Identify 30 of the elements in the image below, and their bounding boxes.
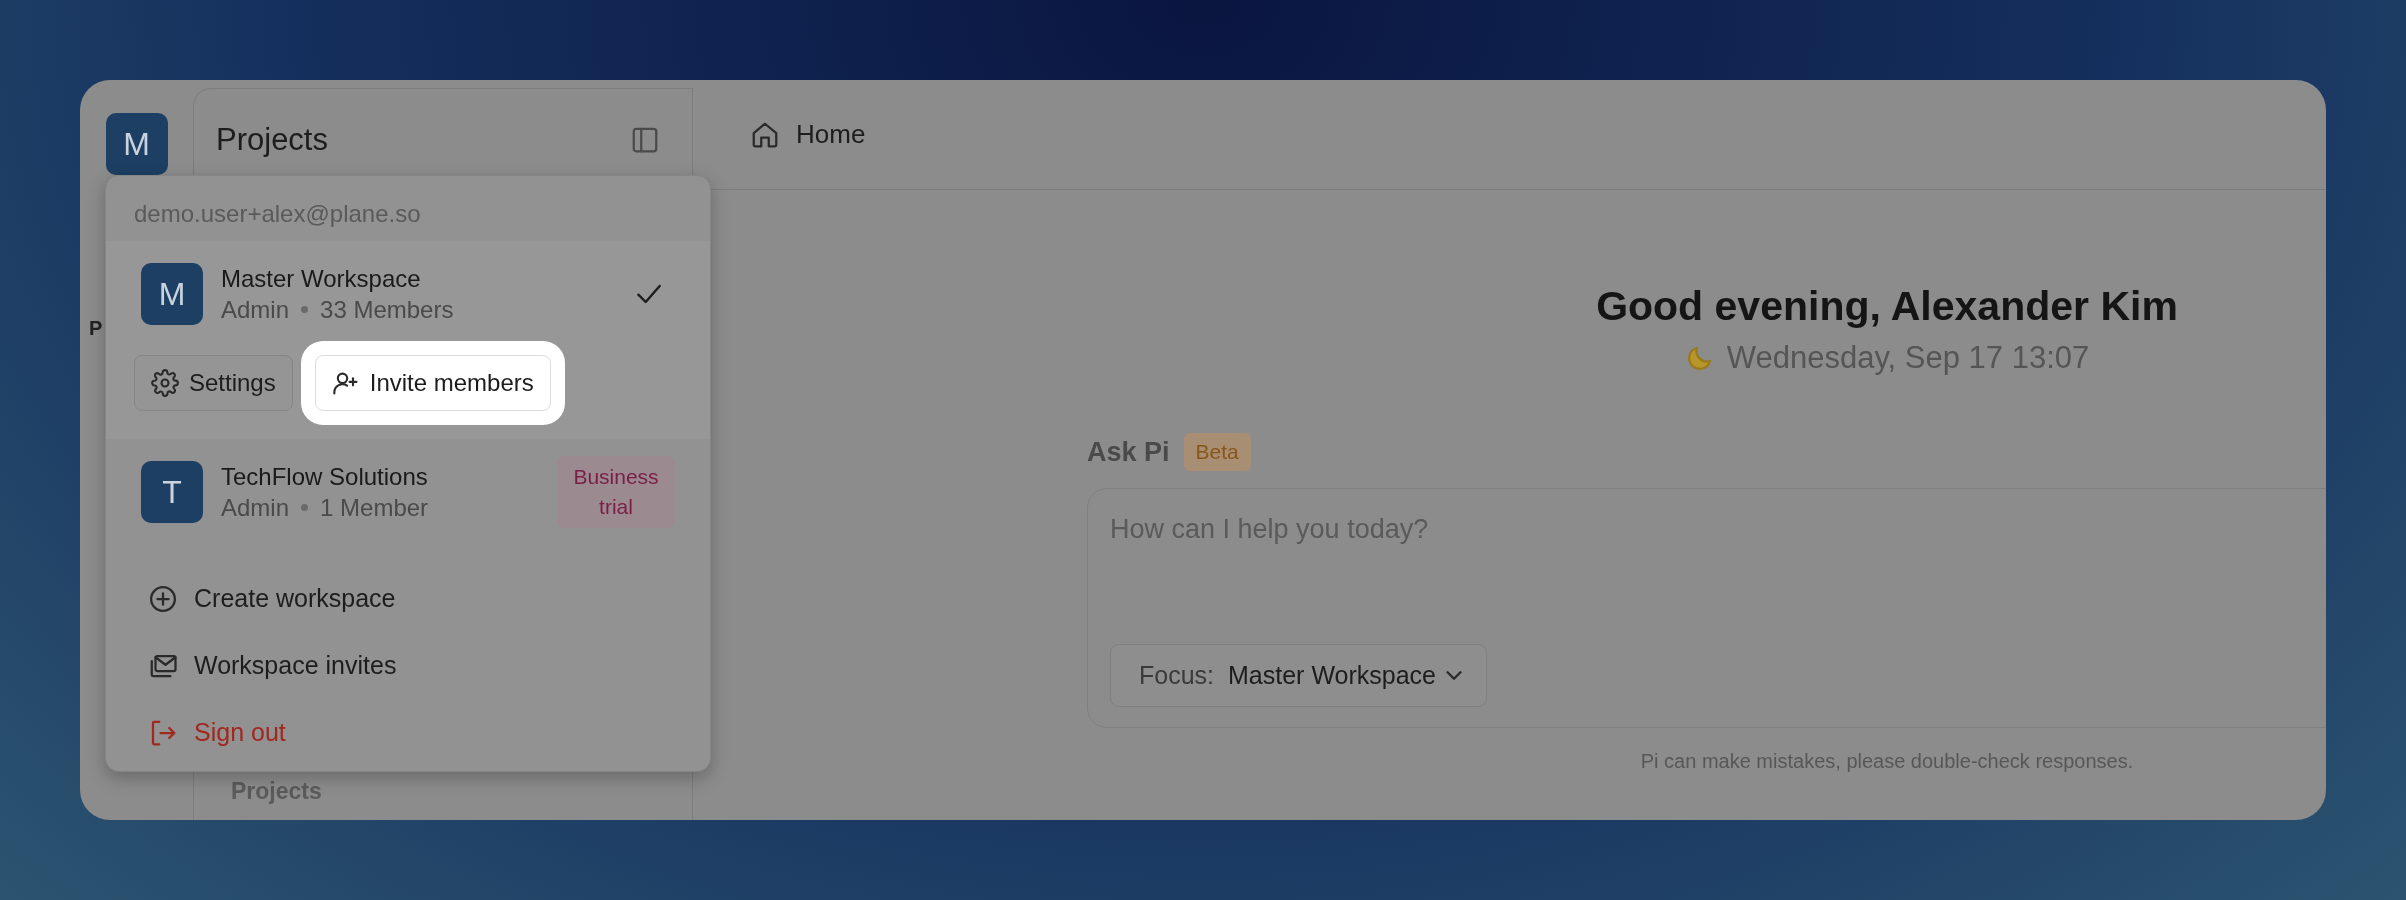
greeting-heading: Good evening, Alexander Kim [1595, 282, 2179, 331]
workspace-item[interactable]: M Master Workspace Admin 33 Members Settings Invite members [106, 241, 710, 439]
focus-dropdown[interactable]: Focus: Master Workspace [1110, 643, 1487, 708]
ask-title: Ask Pi [1087, 435, 1170, 469]
invite-members-button[interactable]: Invite members [314, 355, 551, 411]
settings-button[interactable]: Settings [134, 355, 293, 411]
panel-toggle-icon[interactable] [630, 125, 660, 155]
separator-dot [301, 504, 309, 512]
menu-item[interactable]: Create workspace [106, 565, 710, 632]
member-count: 33 Members [320, 295, 454, 325]
sidebar-label: P [89, 316, 103, 341]
workspace-name[interactable]: TechFlow Solutions [221, 460, 429, 492]
workspace-role: Admin [221, 493, 290, 523]
workspace-avatar: T [141, 461, 203, 523]
beta-badge: Beta [1183, 433, 1251, 471]
workspace-avatar[interactable]: M [105, 113, 168, 175]
plan-badge: Business trial [557, 455, 675, 529]
workspace-role: Admin [221, 295, 290, 325]
breadcrumb-link[interactable]: Home [796, 115, 866, 154]
settings-icon [151, 369, 179, 397]
plus-circle-icon [148, 583, 178, 614]
sidebar-title: Projects [216, 120, 328, 159]
separator-dot [301, 306, 309, 314]
member-count: 1 Member [320, 493, 429, 523]
caret-icon [1445, 670, 1462, 680]
menu-item[interactable]: Workspace invites [106, 632, 710, 699]
workspace-avatar: M [141, 263, 203, 325]
workspace-item[interactable]: T TechFlow Solutions Admin 1 Member Business trial [106, 439, 710, 549]
workspace-name[interactable]: Master Workspace [221, 262, 454, 294]
account-email: demo.user+alex@plane.so [133, 199, 422, 229]
